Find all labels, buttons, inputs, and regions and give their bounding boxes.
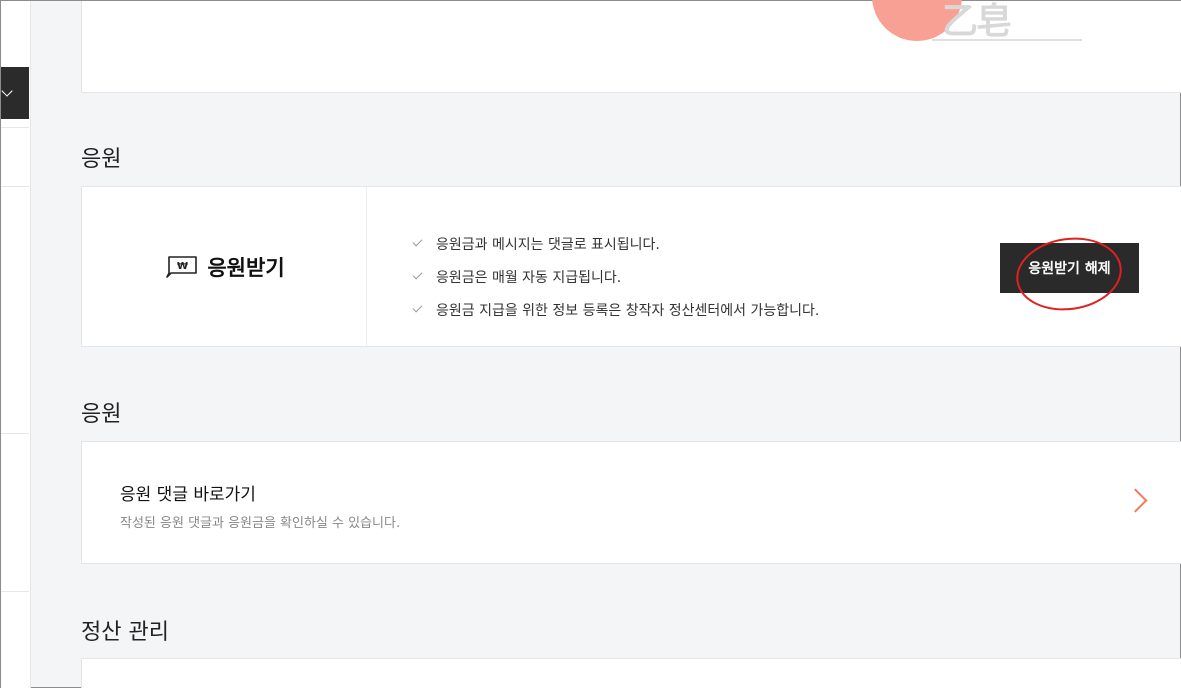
check-icon <box>412 236 423 247</box>
list-item-text: 응원금은 매월 자동 지급됩니다. <box>436 269 622 286</box>
list-item: 응원금은 매월 자동 지급됩니다. <box>412 260 819 293</box>
chevron-right-icon[interactable] <box>1123 488 1148 513</box>
support-comments-link-title: 응원 댓글 바로가기 <box>120 485 256 505</box>
chevron-down-icon <box>1 85 13 97</box>
section-title-support: 응원 <box>81 147 122 172</box>
support-comments-link-card[interactable]: 응원 댓글 바로가기 작성된 응원 댓글과 응원금을 확인하실 수 있습니다. <box>81 441 1181 564</box>
check-icon <box>412 269 423 280</box>
support-comments-link-desc: 작성된 응원 댓글과 응원금을 확인하실 수 있습니다. <box>120 516 401 531</box>
release-support-button[interactable]: 응원받기 해제 <box>1000 243 1139 293</box>
support-card: ₩ 응원받기 응원금과 메시지는 댓글로 표시됩니다. 응원금은 매월 자동 지… <box>81 186 1181 347</box>
list-item-text: 응원금 지급을 위한 정보 등록은 창작자 정산센터에서 가능합니다. <box>436 302 820 319</box>
section-title-comments: 응원 <box>81 402 122 427</box>
section-title-settlement: 정산 관리 <box>81 620 169 645</box>
sidebar-divider <box>1 127 29 128</box>
won-ticket-icon: ₩ <box>166 255 198 278</box>
banner-art-text: 乙皂 <box>942 1 1012 42</box>
sidebar-divider <box>1 433 29 434</box>
settlement-card <box>81 658 1181 688</box>
list-item-text: 응원금과 메시지는 댓글로 표시됩니다. <box>436 236 660 253</box>
support-card-header: ₩ 응원받기 <box>82 187 367 346</box>
support-info-list: 응원금과 메시지는 댓글로 표시됩니다. 응원금은 매월 자동 지급됩니다. 응… <box>412 227 819 326</box>
list-item: 응원금 지급을 위한 정보 등록은 창작자 정산센터에서 가능합니다. <box>412 293 819 326</box>
banner-art-line <box>932 39 1082 41</box>
sidebar-divider <box>1 591 29 592</box>
sidebar-dropdown-toggle[interactable] <box>1 67 29 119</box>
svg-text:₩: ₩ <box>177 261 188 272</box>
list-item: 응원금과 메시지는 댓글로 표시됩니다. <box>412 227 819 260</box>
check-icon <box>412 302 423 313</box>
left-sidebar <box>1 1 31 688</box>
sidebar-divider <box>1 186 29 187</box>
top-banner-card: 乙皂 <box>81 0 1181 93</box>
support-card-title: 응원받기 <box>207 255 285 280</box>
